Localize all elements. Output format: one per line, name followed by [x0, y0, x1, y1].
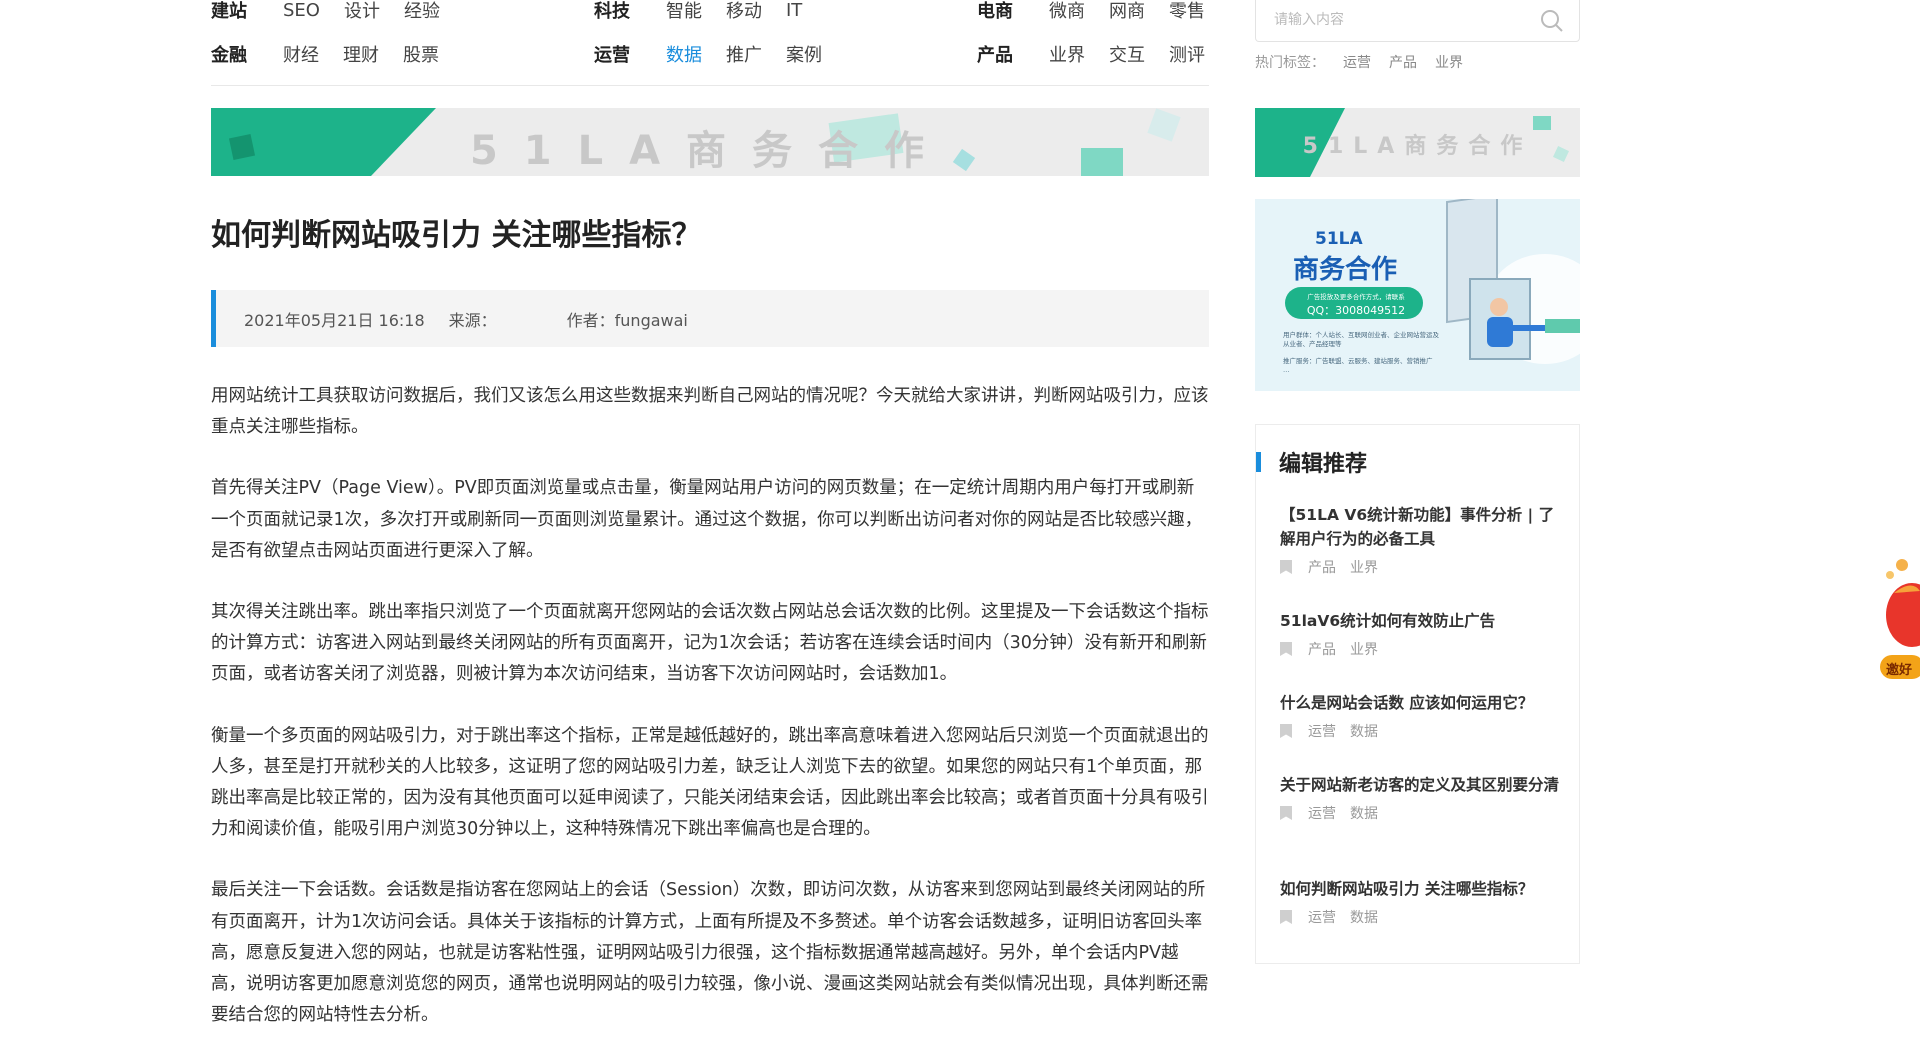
article-body: 用网站统计工具获取访问数据后，我们又该怎么用这些数据来判断自己网站的情况呢？今天…: [211, 381, 1209, 1040]
tag-link[interactable]: 运营: [1308, 907, 1336, 927]
main-ad-banner[interactable]: 51LA商务合作: [211, 108, 1209, 176]
recommend-item-title[interactable]: 51laV6统计如何有效防止广告: [1280, 612, 1495, 630]
tag-link[interactable]: 数据: [1350, 907, 1378, 927]
tag-link[interactable]: 运营: [1308, 721, 1336, 741]
article-title: 如何判断网站吸引力 关注哪些指标？: [211, 218, 702, 253]
article-paragraph: 首先得关注PV（Page View）。PV即页面浏览量或点击量，衡量网站用户访问…: [211, 478, 1203, 561]
nav-head-operation[interactable]: 运营: [594, 41, 666, 67]
ad-line-1: 用户群体：个人站长、互联网创业者、企业网站营运及从业者、产品经理等: [1283, 331, 1439, 348]
invite-label: 邀好: [1886, 663, 1913, 678]
hot-tags-label: 热门标签：: [1255, 55, 1325, 71]
recommend-item-title[interactable]: 如何判断网站吸引力 关注哪些指标？: [1280, 880, 1533, 898]
recommend-item-tags: 运营 数据: [1280, 907, 1565, 927]
nav-item-caijing[interactable]: 财经: [283, 41, 319, 67]
category-nav: 建站 SEO 设计 经验 金融 财经 理财 股票 科技 智能 移动 IT 运营 …: [211, 0, 1209, 86]
editor-recommend: 编辑推荐 【51LA V6统计新功能】事件分析 | 了解用户行为的必备工具 产品…: [1255, 424, 1580, 964]
nav-item-data[interactable]: 数据: [666, 41, 702, 67]
nav-item-design[interactable]: 设计: [344, 0, 380, 23]
article-source: 来源：: [448, 310, 497, 330]
recommend-item-title[interactable]: 【51LA V6统计新功能】事件分析 | 了解用户行为的必备工具: [1280, 506, 1554, 548]
main-banner-text: 51LA商务合作: [469, 128, 951, 174]
ad-title-51la: 51LA: [1315, 229, 1363, 249]
nav-group-site: 建站 SEO 设计 经验 金融 财经 理财 股票: [211, 0, 541, 76]
nav-item-it[interactable]: IT: [786, 0, 802, 21]
nav-item-seo[interactable]: SEO: [283, 0, 320, 21]
article-author: 作者：fungawai: [566, 310, 688, 330]
recommend-header: 编辑推荐: [1256, 451, 1367, 477]
article-paragraph: 最后关注一下会话数。会话数是指访客在您网站上的会话（Session）次数，即访问…: [211, 880, 1209, 1026]
hot-tags: 热门标签： 运营 产品 业界: [1255, 52, 1463, 72]
invite-float-widget[interactable]: 邀好: [1876, 555, 1920, 685]
nav-item-licai[interactable]: 理财: [343, 41, 379, 67]
nav-head-tech[interactable]: 科技: [594, 0, 666, 23]
tag-link[interactable]: 数据: [1350, 721, 1378, 741]
recommend-item-tags: 产品 业界: [1280, 557, 1565, 577]
nav-item-experience[interactable]: 经验: [404, 0, 440, 23]
tag-link[interactable]: 数据: [1350, 803, 1378, 823]
page: 建站 SEO 设计 经验 金融 财经 理财 股票 科技 智能 移动 IT 运营 …: [0, 0, 1920, 1040]
ad-title-cooperation: 商务合作: [1293, 255, 1398, 285]
recommend-item-title[interactable]: 什么是网站会话数 应该如何运用它？: [1280, 694, 1533, 712]
nav-item-smart[interactable]: 智能: [666, 0, 702, 23]
ad-qq: QQ：3008049512: [1306, 304, 1406, 317]
tag-link[interactable]: 产品: [1308, 639, 1336, 659]
recommend-item-tags: 运营 数据: [1280, 721, 1565, 741]
nav-item-wangshang[interactable]: 网商: [1109, 0, 1145, 23]
nav-head-jianzhan[interactable]: 建站: [211, 0, 283, 23]
nav-item-promotion[interactable]: 推广: [726, 41, 762, 67]
search-icon[interactable]: [1539, 8, 1565, 34]
nav-item-stock[interactable]: 股票: [403, 41, 439, 67]
bookmark-icon: [1280, 642, 1292, 656]
recommend-item-title[interactable]: 关于网站新老访客的定义及其区别要分清: [1280, 776, 1559, 794]
cooperation-ad-card[interactable]: 51LA 商务合作 广告投放及更多合作方式，请联系 QQ：3008049512 …: [1255, 199, 1580, 391]
ad-line-2: 推广服务：广告联盟、云服务、建站服务、营销推广 …: [1283, 357, 1433, 374]
nav-item-industry[interactable]: 业界: [1049, 41, 1085, 67]
article-paragraph: 衡量一个多页面的网站吸引力，对于跳出率这个指标，正常是越低越好的，跳出率高意味着…: [211, 725, 1209, 840]
bookmark-icon: [1280, 724, 1292, 738]
article-date: 2021年05月21日 16:18: [244, 310, 425, 330]
nav-head-product[interactable]: 产品: [977, 41, 1049, 67]
recommend-item: 什么是网站会话数 应该如何运用它？ 运营 数据: [1280, 691, 1565, 741]
article-paragraph: 其次得关注跳出率。跳出率指只浏览了一个页面就离开您网站的会话次数占网站总会话次数…: [211, 602, 1209, 685]
article-meta: 2021年05月21日 16:18 来源： 作者：fungawai: [211, 290, 1209, 347]
recommend-item-tags: 运营 数据: [1280, 803, 1565, 823]
ad-pill-top-text: 广告投放及更多合作方式，请联系: [1307, 293, 1405, 301]
bookmark-icon: [1280, 910, 1292, 924]
nav-item-mobile[interactable]: 移动: [726, 0, 762, 23]
bookmark-icon: [1280, 806, 1292, 820]
nav-item-weishang[interactable]: 微商: [1049, 0, 1085, 23]
nav-item-interaction[interactable]: 交互: [1109, 41, 1145, 67]
nav-head-finance[interactable]: 金融: [211, 41, 283, 67]
tag-link[interactable]: 业界: [1350, 639, 1378, 659]
article-paragraph: 用网站统计工具获取访问数据后，我们又该怎么用这些数据来判断自己网站的情况呢？今天…: [211, 386, 1209, 438]
recommend-item: 如何判断网站吸引力 关注哪些指标？ 运营 数据: [1280, 877, 1565, 927]
tag-link[interactable]: 产品: [1308, 557, 1336, 577]
nav-item-retail[interactable]: 零售: [1169, 0, 1205, 23]
nav-group-tech: 科技 智能 移动 IT 运营 数据 推广 案例: [594, 0, 924, 76]
side-ad-banner[interactable]: 51LA商务合作: [1255, 108, 1580, 177]
recommend-item-tags: 产品 业界: [1280, 639, 1565, 659]
hot-tag-product[interactable]: 产品: [1389, 52, 1417, 72]
hot-tag-industry[interactable]: 业界: [1435, 52, 1463, 72]
recommend-item: 51laV6统计如何有效防止广告 产品 业界: [1280, 609, 1565, 659]
search-input[interactable]: [1256, 0, 1526, 40]
nav-item-cases[interactable]: 案例: [786, 41, 822, 67]
tag-link[interactable]: 业界: [1350, 557, 1378, 577]
recommend-heading: 编辑推荐: [1279, 452, 1368, 477]
tag-link[interactable]: 运营: [1308, 803, 1336, 823]
search-box: [1255, 0, 1580, 42]
hot-tag-operation[interactable]: 运营: [1343, 52, 1371, 72]
nav-head-ecommerce[interactable]: 电商: [977, 0, 1049, 23]
bookmark-icon: [1280, 560, 1292, 574]
recommend-item: 【51LA V6统计新功能】事件分析 | 了解用户行为的必备工具 产品 业界: [1280, 503, 1565, 577]
side-banner-text: 51LA商务合作: [1302, 134, 1533, 159]
nav-item-review[interactable]: 测评: [1169, 41, 1205, 67]
recommend-accent-bar: [1256, 452, 1261, 472]
recommend-item: 关于网站新老访客的定义及其区别要分清 运营 数据: [1280, 773, 1565, 823]
